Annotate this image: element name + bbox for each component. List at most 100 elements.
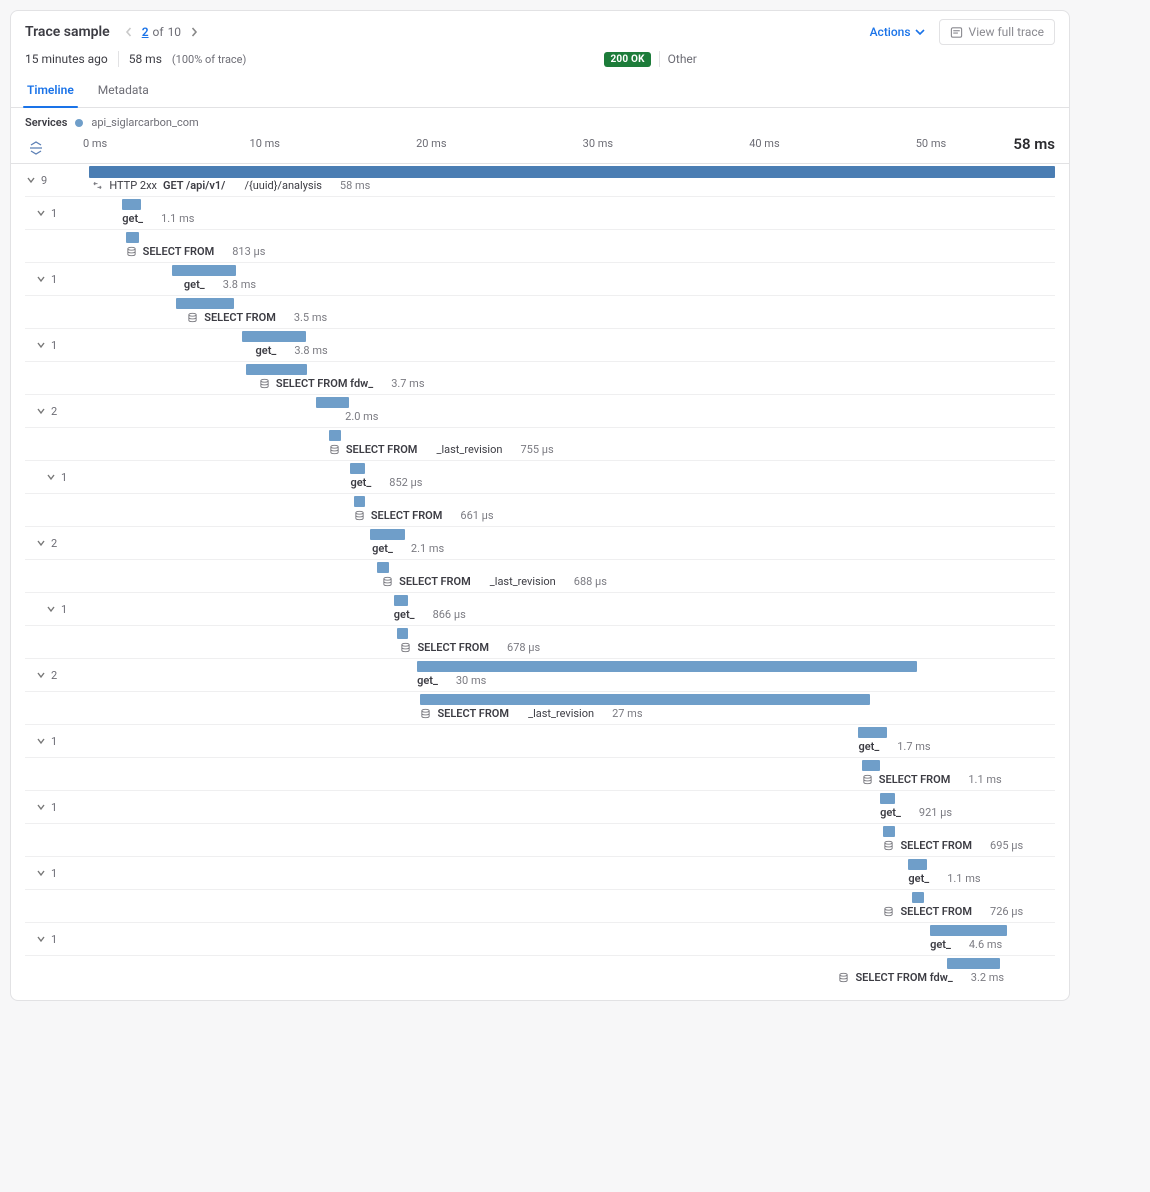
span-track[interactable]: get_852 µs bbox=[89, 461, 1055, 493]
chevron-down-icon[interactable] bbox=[45, 603, 57, 615]
span-bar[interactable] bbox=[172, 265, 235, 276]
chevron-down-icon[interactable] bbox=[35, 339, 47, 351]
span-track[interactable]: get_2.1 ms bbox=[89, 527, 1055, 559]
span-row[interactable]: 1get_921 µs bbox=[25, 791, 1055, 824]
span-row[interactable]: 1get_1.1 ms bbox=[25, 857, 1055, 890]
span-track[interactable]: get_1.1 ms bbox=[89, 857, 1055, 889]
span-bar[interactable] bbox=[420, 694, 870, 705]
span-track[interactable]: SELECT FROM _last_revision755 µs bbox=[89, 428, 1055, 460]
span-track[interactable]: SELECT FROM _last_revision27 ms bbox=[89, 692, 1055, 724]
pager-prev[interactable] bbox=[120, 23, 138, 41]
span-row[interactable]: 1get_1.1 ms bbox=[25, 197, 1055, 230]
span-row[interactable]: SELECT FROM _last_revision27 ms bbox=[25, 692, 1055, 725]
span-row[interactable]: 1get_1.7 ms bbox=[25, 725, 1055, 758]
span-track[interactable]: get_1.7 ms bbox=[89, 725, 1055, 757]
span-track[interactable]: get_3.8 ms bbox=[89, 263, 1055, 295]
span-bar[interactable] bbox=[316, 397, 349, 408]
span-bar[interactable] bbox=[370, 529, 405, 540]
chevron-down-icon[interactable] bbox=[35, 735, 47, 747]
span-bar[interactable] bbox=[354, 496, 365, 507]
chevron-down-icon[interactable] bbox=[35, 669, 47, 681]
span-track[interactable]: SELECT FROM695 µs bbox=[89, 824, 1055, 856]
span-row[interactable]: SELECT FROM _last_revision688 µs bbox=[25, 560, 1055, 593]
span-row[interactable]: 22.0 ms bbox=[25, 395, 1055, 428]
span-row[interactable]: 1get_866 µs bbox=[25, 593, 1055, 626]
span-bar[interactable] bbox=[908, 859, 926, 870]
tab-metadata[interactable]: Metadata bbox=[96, 75, 151, 107]
span-row[interactable]: SELECT FROM _last_revision755 µs bbox=[25, 428, 1055, 461]
span-track[interactable]: 2.0 ms bbox=[89, 395, 1055, 427]
span-row[interactable]: 9HTTP 2xxGET /api/v1/ /{uuid}/analysis58… bbox=[25, 164, 1055, 197]
actions-menu[interactable]: Actions bbox=[870, 25, 925, 39]
span-row[interactable]: SELECT FROM fdw_3.2 ms bbox=[25, 956, 1055, 988]
span-bar[interactable] bbox=[242, 331, 305, 342]
span-bar[interactable] bbox=[350, 463, 364, 474]
service-name[interactable]: api_siglarcarbon_com bbox=[91, 116, 198, 129]
span-track[interactable]: get_921 µs bbox=[89, 791, 1055, 823]
tab-timeline[interactable]: Timeline bbox=[25, 75, 76, 107]
span-bar[interactable] bbox=[417, 661, 917, 672]
collapse-all-icon[interactable] bbox=[25, 137, 47, 159]
chevron-down-icon[interactable] bbox=[35, 801, 47, 813]
span-track[interactable]: SELECT FROM _last_revision688 µs bbox=[89, 560, 1055, 592]
span-bar[interactable] bbox=[883, 826, 895, 837]
span-track[interactable]: get_1.1 ms bbox=[89, 197, 1055, 229]
span-bar[interactable] bbox=[122, 199, 140, 210]
span-row[interactable]: SELECT FROM661 µs bbox=[25, 494, 1055, 527]
span-track[interactable]: SELECT FROM fdw_3.7 ms bbox=[89, 362, 1055, 394]
span-bar[interactable] bbox=[880, 793, 895, 804]
span-track[interactable]: get_866 µs bbox=[89, 593, 1055, 625]
chevron-down-icon[interactable] bbox=[35, 867, 47, 879]
span-row[interactable]: SELECT FROM695 µs bbox=[25, 824, 1055, 857]
span-track[interactable]: SELECT FROM678 µs bbox=[89, 626, 1055, 658]
span-track[interactable]: SELECT FROM3.5 ms bbox=[89, 296, 1055, 328]
span-bar[interactable] bbox=[912, 892, 924, 903]
span-bar[interactable] bbox=[858, 727, 886, 738]
pager-current[interactable]: 2 bbox=[142, 25, 149, 39]
span-track[interactable]: HTTP 2xxGET /api/v1/ /{uuid}/analysis58 … bbox=[89, 164, 1055, 196]
chevron-down-icon[interactable] bbox=[25, 174, 37, 186]
span-row[interactable]: SELECT FROM fdw_3.7 ms bbox=[25, 362, 1055, 395]
span-row[interactable]: 1get_3.8 ms bbox=[25, 263, 1055, 296]
span-row[interactable]: SELECT FROM678 µs bbox=[25, 626, 1055, 659]
span-bar[interactable] bbox=[377, 562, 388, 573]
services-strip: Services api_siglarcarbon_com bbox=[11, 108, 1069, 137]
span-bar[interactable] bbox=[397, 628, 408, 639]
span-bar[interactable] bbox=[246, 364, 308, 375]
chevron-down-icon[interactable] bbox=[35, 537, 47, 549]
span-bar[interactable] bbox=[126, 232, 140, 243]
span-row[interactable]: 1get_4.6 ms bbox=[25, 923, 1055, 956]
view-full-trace-button[interactable]: View full trace bbox=[939, 19, 1055, 45]
span-track[interactable]: get_4.6 ms bbox=[89, 923, 1055, 955]
span-row[interactable]: SELECT FROM726 µs bbox=[25, 890, 1055, 923]
span-bar[interactable] bbox=[176, 298, 234, 309]
span-row[interactable]: 2get_30 ms bbox=[25, 659, 1055, 692]
database-icon bbox=[838, 972, 849, 983]
span-row[interactable]: 1get_3.8 ms bbox=[25, 329, 1055, 362]
span-bar[interactable] bbox=[394, 595, 408, 606]
span-track[interactable]: SELECT FROM726 µs bbox=[89, 890, 1055, 922]
span-row-head: 1 bbox=[25, 263, 89, 295]
chevron-down-icon[interactable] bbox=[35, 273, 47, 285]
chevron-down-icon[interactable] bbox=[35, 207, 47, 219]
span-track[interactable]: SELECT FROM661 µs bbox=[89, 494, 1055, 526]
span-track[interactable]: get_3.8 ms bbox=[89, 329, 1055, 361]
span-bar[interactable] bbox=[947, 958, 1000, 969]
span-track[interactable]: SELECT FROM813 µs bbox=[89, 230, 1055, 262]
span-row[interactable]: SELECT FROM1.1 ms bbox=[25, 758, 1055, 791]
pager-next[interactable] bbox=[185, 23, 203, 41]
chevron-down-icon[interactable] bbox=[35, 933, 47, 945]
chevron-down-icon[interactable] bbox=[35, 405, 47, 417]
span-track[interactable]: SELECT FROM1.1 ms bbox=[89, 758, 1055, 790]
chevron-down-icon[interactable] bbox=[45, 471, 57, 483]
span-bar[interactable] bbox=[89, 166, 1055, 178]
span-track[interactable]: SELECT FROM fdw_3.2 ms bbox=[89, 956, 1055, 988]
span-bar[interactable] bbox=[329, 430, 342, 441]
span-row[interactable]: 2get_2.1 ms bbox=[25, 527, 1055, 560]
span-track[interactable]: get_30 ms bbox=[89, 659, 1055, 691]
span-row[interactable]: SELECT FROM3.5 ms bbox=[25, 296, 1055, 329]
span-row[interactable]: 1get_852 µs bbox=[25, 461, 1055, 494]
span-bar[interactable] bbox=[930, 925, 1007, 936]
span-bar[interactable] bbox=[862, 760, 880, 771]
span-row[interactable]: SELECT FROM813 µs bbox=[25, 230, 1055, 263]
